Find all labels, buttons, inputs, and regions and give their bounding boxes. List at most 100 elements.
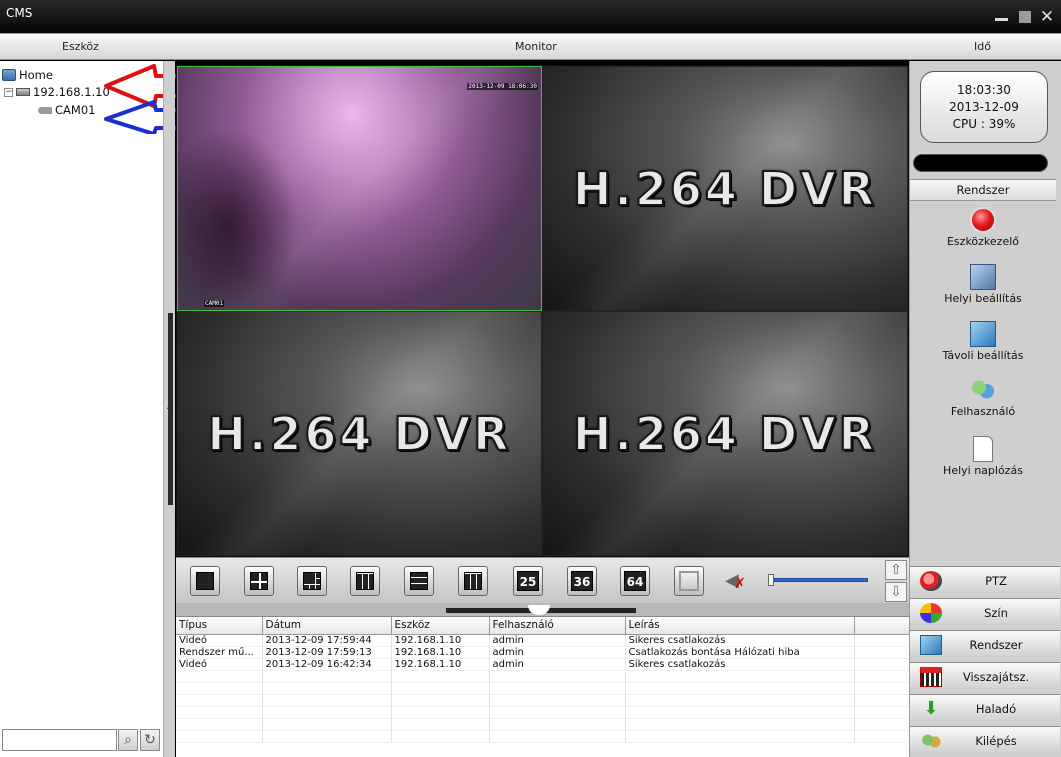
maximize-button[interactable] [1017,9,1033,25]
camera-icon [38,106,52,114]
video-channel-3[interactable]: H.264 DVR [177,311,542,556]
local-settings-icon [970,264,996,290]
osd-timestamp: 2013-12-09 18:06:30 [467,83,538,90]
local-settings-button[interactable]: Helyi beállítás [910,264,1056,305]
header-monitor: Monitor [515,40,557,53]
table-row[interactable]: Videó 2013-12-09 17:59:44 192.168.1.10 a… [176,634,909,647]
log-cell: 192.168.1.10 [391,634,490,647]
log-cell [854,634,909,647]
search-button[interactable]: ⌕ [118,729,138,751]
layout-16-icon [464,572,482,590]
tree-item-home-label: Home [19,68,53,82]
log-cell: 2013-12-09 16:42:34 [262,658,392,671]
minimize-button[interactable] [993,9,1009,25]
layout-9-button[interactable] [350,566,380,596]
log-cell: admin [489,646,626,659]
log-col-type[interactable]: Típus [176,617,263,635]
device-manager-label: Eszközkezelő [946,235,1019,248]
exit-icon [920,731,942,751]
panel-splitter[interactable]: ‹ [163,61,175,757]
table-row [176,670,909,683]
fullscreen-button[interactable] [674,566,704,596]
layout-6-icon [303,572,321,590]
scroll-down-arrow-icon[interactable]: ⇩ [885,582,907,602]
log-toggle-arrow-icon[interactable] [528,605,550,615]
device-manager-button[interactable]: Eszközkezelő [910,207,1056,248]
menu-playback-label: Visszajátsz. [962,670,1030,684]
log-cell: Sikeres csatlakozás [625,658,855,671]
tree-item-device[interactable]: − 192.168.1.10 [4,85,110,99]
log-cell: 192.168.1.10 [391,646,490,659]
layout-25-label: 25 [517,571,539,591]
log-cell: 2013-12-09 17:59:44 [262,634,392,647]
menu-color-label: Szín [984,606,1008,620]
log-col-empty [854,617,909,635]
layout-6-button[interactable] [297,566,327,596]
home-icon [2,69,16,81]
layout-1-button[interactable] [190,566,220,596]
log-cell: Sikeres csatlakozás [625,634,855,647]
volume-slider[interactable] [768,574,868,586]
system-panel-header[interactable]: Rendszer [910,179,1056,201]
tree-collapse-icon[interactable]: − [4,87,13,97]
menu-exit-button[interactable]: Kilépés [910,726,1060,755]
h264-dvr-logo: H.264 DVR [206,406,512,462]
user-button[interactable]: Felhasználó [910,377,1056,418]
local-log-icon [973,436,993,462]
log-splitter[interactable] [176,603,909,616]
log-col-device[interactable]: Eszköz [391,617,490,635]
status-time: 18:03:30 [957,83,1011,97]
user-label: Felhasználó [950,405,1016,418]
video-channel-2[interactable]: H.264 DVR [542,66,908,311]
status-cpu: CPU : 39% [952,117,1016,131]
log-header-row: Típus Dátum Eszköz Felhasználó Leírás [176,617,909,635]
local-log-button[interactable]: Helyi naplózás [910,436,1056,477]
header-device: Eszköz [62,40,99,53]
layout-4-button[interactable] [244,566,274,596]
video-channel-4[interactable]: H.264 DVR [542,311,908,556]
table-row [176,682,909,695]
layout-16-button[interactable] [458,566,488,596]
layout-64-button[interactable]: 64 [620,566,650,596]
log-cell: Videó [176,658,263,671]
remote-settings-label: Távoli beállítás [942,349,1024,362]
menu-advanced-label: Haladó [975,702,1017,716]
status-indicator-bar [913,154,1048,172]
tree-item-camera[interactable]: CAM01 [38,103,95,117]
device-manager-icon [970,207,996,233]
layout-25-button[interactable]: 25 [513,566,543,596]
menu-system-button[interactable]: Rendszer [910,630,1060,659]
live-video-feed [178,127,298,310]
layout-1-icon [196,572,214,590]
tree-item-home[interactable]: Home [2,68,53,82]
menu-playback-button[interactable]: Visszajátsz. [910,662,1060,691]
table-row[interactable]: Rendszer mű... 2013-12-09 17:59:13 192.1… [176,646,909,659]
collapse-arrow-icon[interactable]: ‹ [166,398,172,417]
log-cell: admin [489,634,626,647]
table-row [176,718,909,731]
layout-36-label: 36 [571,571,593,591]
layout-36-button[interactable]: 36 [567,566,597,596]
table-row[interactable]: Videó 2013-12-09 16:42:34 192.168.1.10 a… [176,658,909,671]
mute-icon[interactable]: ◀ ✗ [725,570,746,592]
fullscreen-icon [679,571,699,591]
menu-ptz-button[interactable]: PTZ [910,566,1060,595]
layout-13-button[interactable] [404,566,434,596]
section-header: Eszköz Monitor Idő [0,33,1061,60]
volume-track [768,578,868,582]
close-button[interactable]: ✕ [1039,9,1055,26]
scroll-up-arrow-icon[interactable]: ⇧ [885,560,907,580]
dvr-device-icon [16,88,30,96]
log-cell: Rendszer mű... [176,646,263,659]
menu-advanced-button[interactable]: ⬇ Haladó [910,694,1060,723]
refresh-button[interactable]: ↻ [140,729,160,751]
menu-color-button[interactable]: Szín [910,598,1060,627]
log-col-user[interactable]: Felhasználó [489,617,626,635]
log-col-description[interactable]: Leírás [625,617,855,635]
volume-thumb[interactable] [768,574,774,586]
remote-settings-button[interactable]: Távoli beállítás [910,321,1056,362]
log-col-date[interactable]: Dátum [262,617,392,635]
remote-settings-icon [970,321,996,347]
video-channel-1[interactable]: 2013-12-09 18:06:30 CAM01 [177,66,542,311]
device-search-input[interactable] [2,729,117,751]
